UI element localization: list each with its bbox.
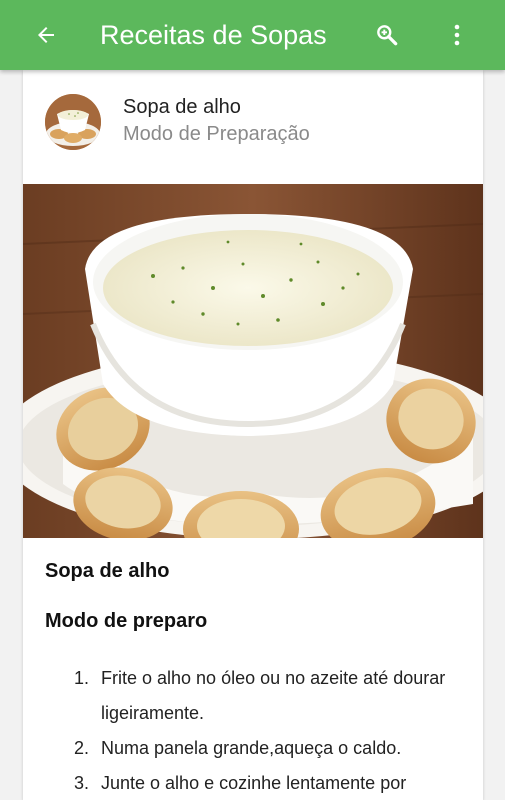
step-item: 3. Junte o alho e cozinhe lentamente por [45,766,465,800]
step-text: Numa panela grande,aqueça o caldo. [101,738,402,758]
arrow-left-icon [38,27,54,43]
section-heading: Modo de preparo [45,610,208,632]
search-button[interactable] [365,0,409,70]
recipe-name: Sopa de alho [123,96,241,118]
zoom-in-icon [377,25,398,46]
step-number: 2. [73,738,89,758]
step-item: 2. Numa panela grande,aqueça o caldo. [45,731,465,766]
recipe-subtitle: Modo de Preparação [123,123,310,145]
step-text: Frite o alho no óleo ou no azeite até do… [101,668,446,723]
recipe-content: Sopa de alho Modo de preparo 1. Frite o … [45,560,465,800]
recipe-photo [23,184,483,567]
overflow-menu-button[interactable] [435,0,479,70]
step-text: Junte o alho e cozinhe lentamente por [101,773,407,793]
step-number: 3. [73,773,89,793]
step-item: 1. Frite o alho no óleo ou no azeite até… [45,661,465,731]
recipe-heading: Sopa de alho [45,560,170,582]
back-button[interactable] [18,0,74,70]
step-number: 1. [73,668,89,688]
steps-list: 1. Frite o alho no óleo ou no azeite até… [45,661,465,800]
card-header: Sopa de alho Modo de Preparação [23,70,483,184]
app-bar: Receitas de Sopas [0,0,505,70]
recipe-thumbnail [45,94,101,150]
more-vertical-icon [454,24,460,46]
app-title: Receitas de Sopas [100,19,327,50]
recipe-card: Sopa de alho Modo de Preparação Sopa de … [23,70,483,800]
